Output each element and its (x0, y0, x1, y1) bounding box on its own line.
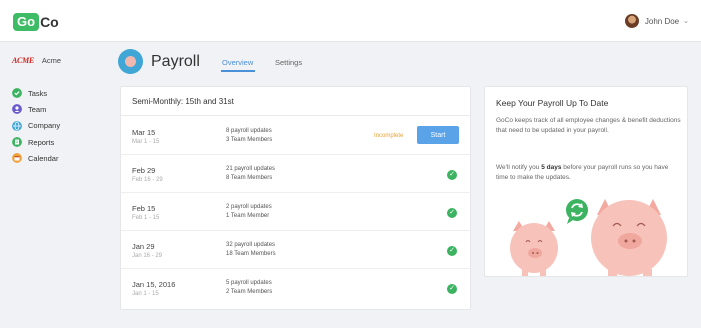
start-button[interactable]: Start (417, 126, 459, 144)
sidebar-item-team[interactable]: Team (12, 101, 60, 117)
refresh-icon (566, 199, 588, 224)
reports-icon (12, 137, 22, 148)
team-members: 8 Team Members (226, 175, 273, 181)
sidebar-item-tasks[interactable]: Tasks (12, 85, 60, 101)
active-tab-indicator (221, 70, 255, 72)
avatar (624, 14, 639, 28)
team-icon (12, 104, 22, 115)
team-members: 2 Team Members (226, 289, 273, 295)
payroll-updates: 21 payroll updates (226, 166, 276, 172)
sidebar-item-label: Team (28, 104, 47, 114)
pay-date: Jan 15, 2016 (132, 280, 176, 289)
sidebar: ACME Acme Tasks Team Company Reports Cal… (0, 43, 105, 328)
divider (121, 115, 470, 116)
sidebar-item-calendar[interactable]: Calendar (12, 150, 60, 166)
check-circle-icon (12, 88, 22, 99)
sidebar-item-reports[interactable]: Reports (12, 134, 60, 150)
page-title: Payroll (151, 52, 200, 70)
payroll-row[interactable]: Jan 29 Jan 16 - 29 32 payroll updates 18… (121, 231, 470, 269)
chevron-down-icon: ⌄ (683, 18, 689, 25)
pay-date: Jan 29 (132, 242, 155, 251)
pay-period: Feb 16 - 29 (132, 177, 163, 183)
team-members: 1 Team Member (226, 213, 270, 219)
calendar-icon (12, 153, 22, 164)
check-circle-icon: ✓ (447, 284, 457, 294)
check-circle-icon: ✓ (447, 246, 457, 256)
info-title: Keep Your Payroll Up To Date (496, 98, 609, 108)
payroll-row[interactable]: Jan 15, 2016 Jan 1 - 15 5 payroll update… (121, 269, 470, 307)
pay-period: Jan 1 - 15 (132, 291, 159, 297)
company-name: Acme (41, 56, 62, 65)
globe-icon (12, 120, 22, 131)
sidebar-item-company[interactable]: Company (12, 118, 60, 134)
page-header: Payroll (118, 49, 200, 74)
top-bar: Go Co John Doe ⌄ (0, 0, 701, 42)
info-card: Keep Your Payroll Up To Date GoCo keeps … (484, 86, 688, 277)
team-members: 18 Team Members (226, 251, 276, 257)
payroll-row[interactable]: Feb 15 Feb 1 - 15 2 payroll updates 1 Te… (121, 193, 470, 231)
info-paragraph: GoCo keeps track of all employee changes… (496, 117, 681, 134)
payroll-row[interactable]: Mar 15 Mar 1 - 15 8 payroll updates 3 Te… (121, 117, 470, 155)
payroll-updates: 32 payroll updates (226, 242, 276, 248)
schedule-title: Semi-Monthly: 15th and 31st (132, 97, 234, 106)
pay-period: Mar 1 - 15 (132, 139, 160, 145)
large-pig-illustration (591, 199, 667, 276)
pay-date: Feb 15 (132, 204, 156, 213)
info-paragraph-notify: We'll notify you 5 days before your payr… (496, 164, 669, 181)
goco-logo[interactable]: Go Co (13, 13, 59, 31)
logo-go: Go (13, 13, 40, 31)
company-logo: ACME (12, 56, 34, 65)
tab-settings[interactable]: Settings (275, 58, 302, 67)
payroll-row[interactable]: Feb 29 Feb 16 - 29 21 payroll updates 8 … (121, 155, 470, 193)
team-members: 3 Team Members (226, 137, 273, 143)
company-switcher[interactable]: ACME Acme (12, 56, 61, 65)
sidebar-item-label: Company (28, 121, 61, 131)
check-circle-icon: ✓ (447, 208, 457, 218)
user-menu[interactable]: John Doe ⌄ (624, 14, 689, 28)
tab-overview[interactable]: Overview (222, 58, 253, 67)
status-badge: Incomplete (374, 133, 404, 139)
sidebar-item-label: Calendar (28, 153, 59, 163)
sidebar-item-label: Tasks (28, 88, 48, 98)
payroll-updates: 5 payroll updates (226, 280, 272, 286)
check-circle-icon: ✓ (447, 170, 457, 180)
logo-co: Co (40, 14, 59, 30)
piggy-illustration (510, 199, 667, 276)
piggy-bank-icon (118, 49, 143, 74)
user-name: John Doe (644, 16, 680, 26)
sidebar-item-label: Reports (28, 137, 55, 147)
pay-date: Mar 15 (132, 128, 156, 137)
payroll-schedule-card: Semi-Monthly: 15th and 31st Mar 15 Mar 1… (120, 86, 471, 310)
payroll-updates: 8 payroll updates (226, 128, 272, 134)
pay-date: Feb 29 (132, 166, 156, 175)
pay-period: Jan 16 - 29 (132, 253, 163, 259)
pay-period: Feb 1 - 15 (132, 215, 160, 221)
payroll-updates: 2 payroll updates (226, 204, 272, 210)
sidebar-nav: Tasks Team Company Reports Calendar (12, 85, 60, 166)
small-pig-illustration (510, 221, 558, 276)
